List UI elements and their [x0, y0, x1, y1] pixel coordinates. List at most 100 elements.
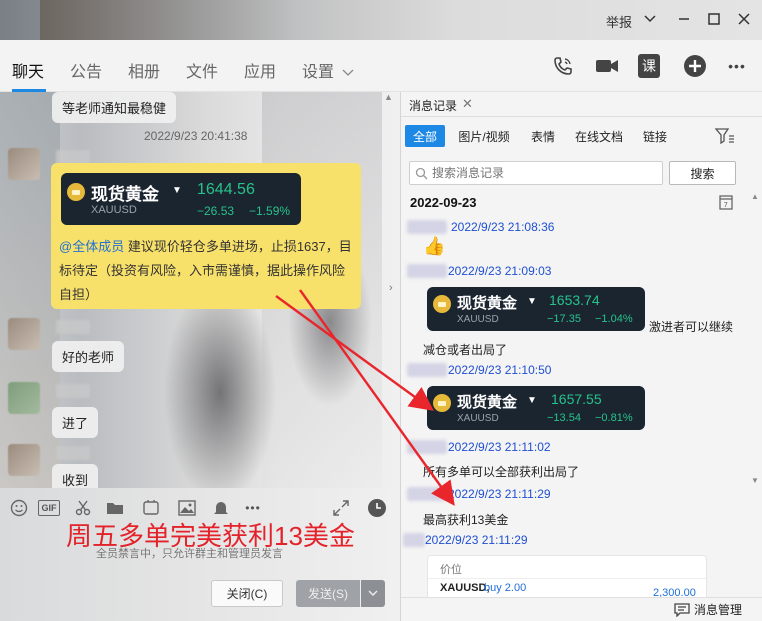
search-button[interactable]: 搜索	[669, 161, 736, 185]
mention-all[interactable]: @全体成员	[59, 239, 124, 254]
gold-quote-name: 现货黄金	[91, 185, 159, 204]
tab-announcement[interactable]: 公告	[70, 58, 102, 82]
bell-icon[interactable]	[210, 498, 232, 518]
collapse-panel-icon[interactable]: ›	[389, 282, 393, 294]
history-time: 2022/9/23 21:10:50	[448, 363, 552, 377]
sender-name	[407, 363, 447, 377]
history-search[interactable]	[409, 161, 663, 185]
filter-all[interactable]: 全部	[405, 125, 445, 147]
chat-timestamp: 2022/9/23 20:41:38	[144, 129, 248, 143]
avatar[interactable]	[8, 382, 40, 414]
gold-quote-price: 1644.56	[197, 181, 255, 198]
report-button[interactable]: 举报	[606, 12, 632, 31]
caret-down-icon: ▼	[527, 395, 537, 406]
history-text: 减仓或者出局了	[423, 343, 508, 357]
gold-quote-price: 1657.55	[551, 391, 602, 407]
avatar[interactable]	[8, 444, 40, 476]
send-options-button[interactable]	[361, 580, 385, 607]
chat-message: 等老师通知最稳健	[52, 92, 177, 123]
filter-stickers[interactable]: 表情	[523, 125, 563, 147]
history-scroll-up[interactable]: ▲	[751, 192, 759, 201]
caret-down-icon: ▼	[527, 296, 537, 307]
filter-links[interactable]: 链接	[635, 125, 675, 147]
chat-message: 收到	[52, 464, 99, 488]
history-text: 激进者可以继续	[649, 320, 734, 334]
close-icon[interactable]: ✕	[462, 96, 473, 112]
gold-quote-change: −13.54	[547, 412, 581, 424]
chevron-down-icon[interactable]	[640, 8, 660, 30]
history-clock-icon[interactable]	[366, 498, 388, 518]
close-button[interactable]: 关闭(C)	[211, 580, 283, 607]
history-time: 2022/9/23 21:08:36	[451, 220, 555, 234]
gold-quote-name: 现货黄金	[457, 295, 518, 312]
calendar-icon[interactable]: 7	[719, 194, 733, 210]
sender-name	[56, 320, 90, 334]
gold-quote-change: −26.53	[197, 204, 235, 218]
tab-settings-label: 设置	[302, 64, 335, 81]
history-time: 2022/9/23 21:11:29	[425, 533, 528, 547]
message-manager-label: 消息管理	[694, 603, 743, 617]
gold-coin-icon	[67, 183, 85, 201]
message-manager-button[interactable]: 消息管理	[674, 601, 742, 618]
history-tab-title[interactable]: 消息记录	[409, 97, 457, 114]
mute-notice: 全员禁言中，只允许群主和管理员发言	[96, 548, 283, 560]
expand-icon[interactable]	[330, 498, 352, 518]
thumbs-up-icon: 👍	[423, 236, 446, 256]
emoji-icon[interactable]	[8, 498, 30, 518]
history-time: 2022/9/23 21:09:03	[448, 264, 552, 278]
history-time: 2022/9/23 21:11:29	[448, 487, 551, 501]
avatar[interactable]	[8, 318, 40, 350]
tab-album[interactable]: 相册	[128, 58, 160, 82]
close-window-button[interactable]	[734, 8, 754, 30]
gold-quote-card[interactable]: 现货黄金 ▼ XAUUSD 1657.55 −13.54 −0.81%	[427, 386, 645, 430]
tab-settings[interactable]: 设置	[302, 58, 354, 82]
tab-apps[interactable]: 应用	[244, 58, 276, 82]
gold-quote-symbol: XAUUSD	[457, 314, 499, 325]
title-bar: 举报	[0, 0, 762, 40]
phone-icon[interactable]	[550, 53, 576, 79]
gold-quote-change-pct: −0.81%	[595, 412, 633, 424]
scissors-icon[interactable]	[72, 498, 94, 518]
svg-text:7: 7	[724, 201, 728, 209]
more-options-icon[interactable]: •••	[242, 498, 264, 518]
history-date: 2022-09-23	[410, 195, 477, 210]
document-icon[interactable]	[140, 498, 162, 518]
history-time: 2022/9/23 21:11:02	[448, 440, 551, 454]
gif-icon[interactable]: GIF	[38, 500, 60, 516]
gold-quote-card[interactable]: 现货黄金 ▼ XAUUSD 1653.74 −17.35 −1.04%	[427, 287, 645, 331]
folder-icon[interactable]	[104, 498, 126, 518]
minimize-button[interactable]	[674, 8, 694, 30]
gold-quote-card[interactable]: 现货黄金 ▼ XAUUSD 1644.56 −26.53 −1.59%	[61, 173, 301, 225]
image-icon[interactable]	[176, 498, 198, 518]
maximize-button[interactable]	[704, 8, 724, 30]
filter-docs[interactable]: 在线文档	[571, 125, 627, 147]
course-icon[interactable]: 课	[638, 54, 660, 78]
highlighted-message[interactable]: 现货黄金 ▼ XAUUSD 1644.56 −26.53 −1.59% @全体成…	[51, 163, 361, 309]
sender-name	[403, 533, 425, 547]
title-bar-background	[40, 0, 300, 40]
gold-coin-icon	[433, 394, 451, 412]
more-icon[interactable]: •••	[724, 53, 750, 79]
gold-quote-price: 1653.74	[549, 292, 600, 308]
filter-media[interactable]: 图片/视频	[453, 125, 515, 147]
gold-quote-symbol: XAUUSD	[91, 204, 137, 216]
gold-quote-change-pct: −1.04%	[595, 313, 633, 325]
chat-area[interactable]: ▲ 等老师通知最稳健 2022/9/23 20:41:38 现货黄金 ▼ XAU…	[0, 92, 400, 488]
announcement-text: @全体成员 建议现价轻仓多单进场，止损1637，目标待定（投资有风险，入市需谨慎…	[59, 235, 355, 307]
chevron-down-icon	[343, 69, 354, 76]
search-input[interactable]	[432, 165, 660, 181]
sender-name	[407, 220, 447, 234]
trade-card-action: buy 2.00	[484, 582, 527, 594]
add-icon[interactable]	[682, 53, 708, 79]
history-scroll-down[interactable]: ▼	[751, 476, 759, 485]
tab-files[interactable]: 文件	[186, 58, 218, 82]
send-button[interactable]: 发送(S)	[296, 580, 360, 607]
filter-settings-icon[interactable]	[714, 127, 735, 145]
gold-quote-name: 现货黄金	[457, 394, 518, 411]
sender-name	[56, 150, 90, 164]
search-icon	[415, 167, 428, 180]
video-icon[interactable]	[594, 53, 620, 79]
tab-chat[interactable]: 聊天	[12, 58, 44, 82]
avatar[interactable]	[8, 148, 40, 180]
scroll-up-icon[interactable]: ▲	[384, 92, 396, 104]
